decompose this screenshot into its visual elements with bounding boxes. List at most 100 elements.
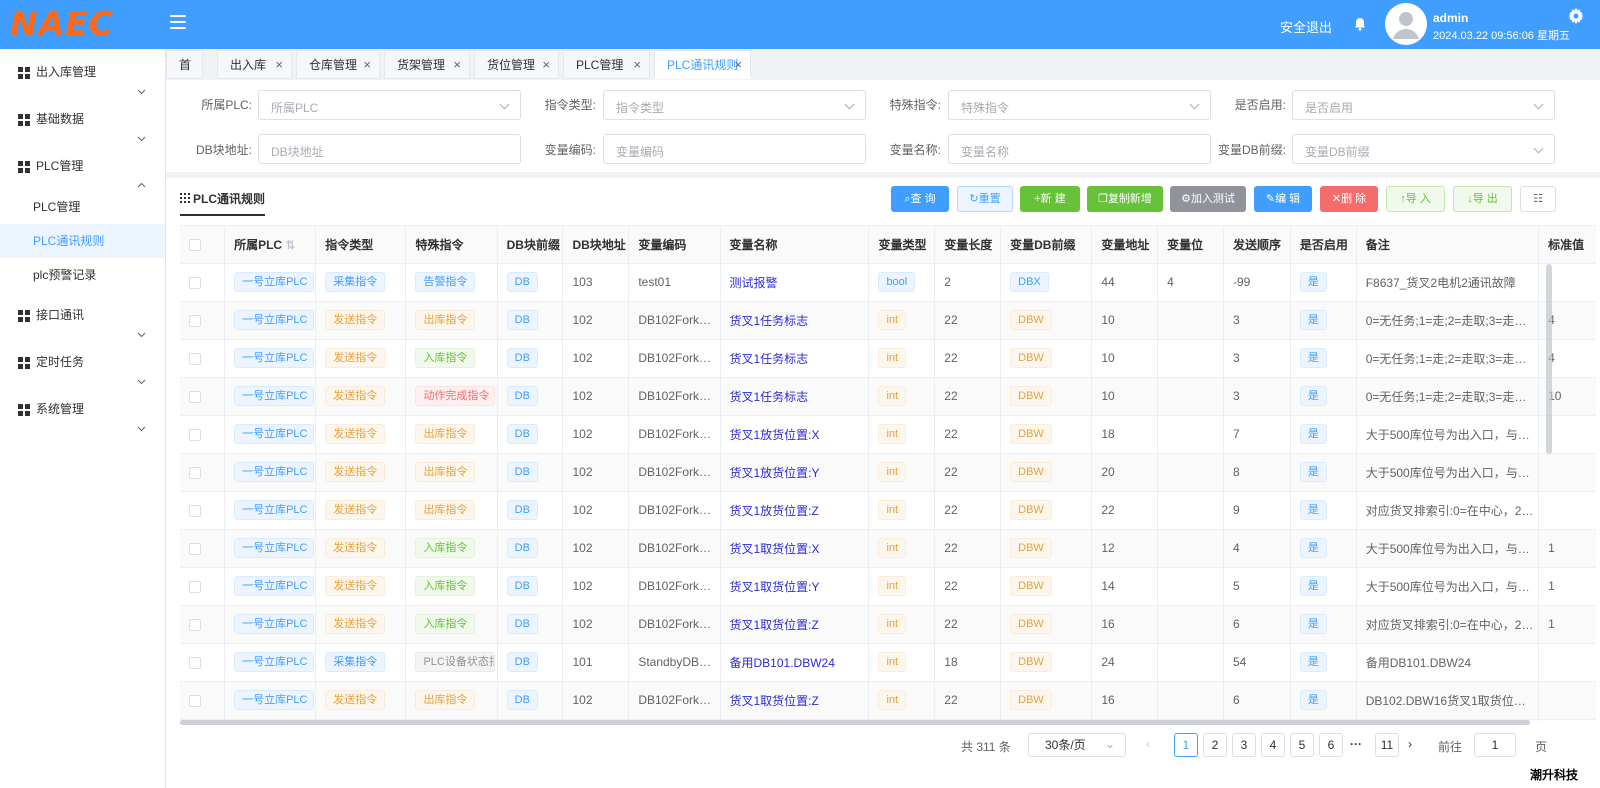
sidebar-item[interactable]: PLC管理 <box>0 143 165 190</box>
row-checkbox[interactable] <box>189 314 201 327</box>
close-icon[interactable]: × <box>633 51 641 79</box>
row-checkbox[interactable] <box>189 352 201 365</box>
table-row[interactable]: 一号立库PLC 发送指令 出库指令 DB 102 DB102Fork… 货叉1放货位置:Y i… <box>180 453 1596 492</box>
row-checkbox[interactable] <box>189 694 201 707</box>
row-select-cell[interactable] <box>180 415 226 454</box>
copy-add-button[interactable]: ❐复制新增 <box>1087 186 1163 212</box>
row-select-cell[interactable] <box>180 643 226 682</box>
row-select-cell[interactable] <box>180 529 226 568</box>
cmd-type-select[interactable]: 指令类型 <box>603 90 866 120</box>
var-name-link[interactable]: 货叉1任务标志 <box>730 314 809 328</box>
sidebar-item[interactable]: 出入库管理 <box>0 49 165 96</box>
close-icon[interactable]: × <box>542 51 550 79</box>
row-checkbox[interactable] <box>189 656 201 669</box>
row-checkbox[interactable] <box>189 466 201 479</box>
table-row[interactable]: 一号立库PLC 发送指令 出库指令 DB 102 DB102Fork… 货叉1放货位置:Z i… <box>180 491 1596 530</box>
query-button[interactable]: ⌕查 询 <box>891 186 949 212</box>
tab-6[interactable]: PLC通讯规则 × <box>654 50 751 79</box>
table-row[interactable]: 一号立库PLC 发送指令 出库指令 DB 102 DB102Fork… 货叉1取货位置:Z i… <box>180 681 1596 720</box>
import-button[interactable]: ↑导 入 <box>1386 186 1445 212</box>
row-checkbox[interactable] <box>189 580 201 593</box>
prev-page-icon[interactable]: ‹ <box>1146 737 1150 751</box>
sidebar-sub-item[interactable]: PLC通讯规则 <box>0 224 165 258</box>
row-checkbox[interactable] <box>189 618 201 631</box>
var-code-input[interactable]: 变量编码 <box>603 134 866 164</box>
db-prefix-select[interactable]: 变量DB前缀 <box>1292 134 1555 164</box>
page-4[interactable]: 4 <box>1261 733 1285 757</box>
var-name-link[interactable]: 货叉1任务标志 <box>730 352 809 366</box>
delete-button[interactable]: ✕删 除 <box>1320 186 1378 212</box>
select-all-checkbox[interactable] <box>189 239 201 252</box>
sidebar-item[interactable]: 系统管理 <box>0 386 165 433</box>
var-name-link[interactable]: 测试报警 <box>730 276 778 290</box>
row-select-cell[interactable] <box>180 453 226 492</box>
table-row[interactable]: 一号立库PLC 发送指令 入库指令 DB 102 DB102Fork… 货叉1取货位置:X i… <box>180 529 1596 568</box>
tab-4[interactable]: 货位管理 × <box>474 50 559 79</box>
var-name-input[interactable]: 变量名称 <box>948 134 1211 164</box>
page-6[interactable]: 6 <box>1319 733 1343 757</box>
row-select-cell[interactable] <box>180 567 226 606</box>
close-icon[interactable]: × <box>363 51 371 79</box>
special-cmd-select[interactable]: 特殊指令 <box>948 90 1211 120</box>
table-row[interactable]: 一号立库PLC 发送指令 入库指令 DB 102 DB102Fork… 货叉1取货位置:Y i… <box>180 567 1596 606</box>
page-5[interactable]: 5 <box>1290 733 1314 757</box>
horizontal-scrollbar[interactable] <box>180 720 1530 725</box>
db-address-input[interactable]: DB块地址 <box>258 134 521 164</box>
table-row[interactable]: 一号立库PLC 发送指令 出库指令 DB 102 DB102Fork… 货叉1放货位置:X i… <box>180 415 1596 454</box>
columns-icon[interactable]: ☷ <box>1520 186 1556 212</box>
sort-icon[interactable]: ⇅ <box>282 238 295 252</box>
table-row[interactable]: 一号立库PLC 采集指令 PLC设备状态指令 DB 101 StandbyDB… 备用DB1… <box>180 643 1596 682</box>
reset-button[interactable]: ↻重置 <box>957 186 1013 212</box>
row-select-cell[interactable] <box>180 605 226 644</box>
table-row[interactable]: 一号立库PLC 采集指令 告警指令 DB 103 test01 测试报警 bool 2 DBX 44… <box>180 263 1596 302</box>
row-select-cell[interactable] <box>180 681 226 720</box>
var-name-link[interactable]: 货叉1取货位置:Z <box>730 694 819 708</box>
edit-button[interactable]: ✎编 辑 <box>1254 186 1312 212</box>
table-row[interactable]: 一号立库PLC 发送指令 动作完成指令 DB 102 DB102Fork… 货叉1任务标志 i… <box>180 377 1596 416</box>
sidebar-sub-item[interactable]: PLC管理 <box>0 190 165 224</box>
sidebar-item[interactable]: 基础数据 <box>0 96 165 143</box>
page-3[interactable]: 3 <box>1232 733 1256 757</box>
tab-1[interactable]: 出入库 × <box>217 50 292 79</box>
enabled-select[interactable]: 是否启用 <box>1292 90 1555 120</box>
table-row[interactable]: 一号立库PLC 发送指令 入库指令 DB 102 DB102Fork… 货叉1任务标志 int… <box>180 339 1596 378</box>
var-name-link[interactable]: 货叉1取货位置:Z <box>730 618 819 632</box>
var-name-link[interactable]: 货叉1放货位置:Z <box>730 504 819 518</box>
var-name-link[interactable]: 备用DB101.DBW24 <box>730 656 835 670</box>
add-test-button[interactable]: ⚙加入测试 <box>1170 186 1246 212</box>
vertical-scrollbar[interactable] <box>1546 264 1552 454</box>
tab-3[interactable]: 货架管理 × <box>384 50 470 79</box>
var-name-link[interactable]: 货叉1任务标志 <box>730 390 809 404</box>
page-size-select[interactable]: 30条/页 ⌄ <box>1028 733 1126 757</box>
goto-input[interactable]: 1 <box>1474 733 1516 757</box>
tab-0[interactable]: 首页 <box>166 50 203 100</box>
row-select-cell[interactable] <box>180 339 226 378</box>
close-icon[interactable]: × <box>453 51 461 79</box>
var-name-link[interactable]: 货叉1取货位置:X <box>730 542 820 556</box>
sidebar-item[interactable]: 接口通讯 <box>0 292 165 339</box>
add-button[interactable]: +新 建 <box>1020 186 1080 212</box>
menu-toggle-icon[interactable] <box>170 15 186 29</box>
row-checkbox[interactable] <box>189 390 201 403</box>
logout-button[interactable]: 安全退出 <box>1280 17 1332 36</box>
var-name-link[interactable]: 货叉1取货位置:Y <box>730 580 820 594</box>
page-last[interactable]: 11 <box>1375 733 1399 757</box>
page-1[interactable]: 1 <box>1174 733 1198 757</box>
sidebar-item[interactable]: 定时任务 <box>0 339 165 386</box>
table-row[interactable]: 一号立库PLC 发送指令 入库指令 DB 102 DB102Fork… 货叉1取货位置:Z i… <box>180 605 1596 644</box>
close-icon[interactable]: × <box>734 51 742 79</box>
tab-5[interactable]: PLC管理 × <box>563 50 650 79</box>
row-select-cell[interactable] <box>180 377 226 416</box>
var-name-link[interactable]: 货叉1放货位置:X <box>730 428 820 442</box>
close-icon[interactable]: × <box>275 51 283 79</box>
page-2[interactable]: 2 <box>1203 733 1227 757</box>
plc-select[interactable]: 所属PLC <box>258 90 521 120</box>
row-checkbox[interactable] <box>189 428 201 441</box>
row-select-cell[interactable] <box>180 491 226 530</box>
row-checkbox[interactable] <box>189 504 201 517</box>
row-checkbox[interactable] <box>189 276 201 289</box>
sidebar-sub-item[interactable]: plc预警记录 <box>0 258 165 292</box>
gear-icon[interactable] <box>1568 8 1584 27</box>
next-page-icon[interactable]: › <box>1408 737 1412 751</box>
select-all-cell[interactable] <box>180 226 226 264</box>
